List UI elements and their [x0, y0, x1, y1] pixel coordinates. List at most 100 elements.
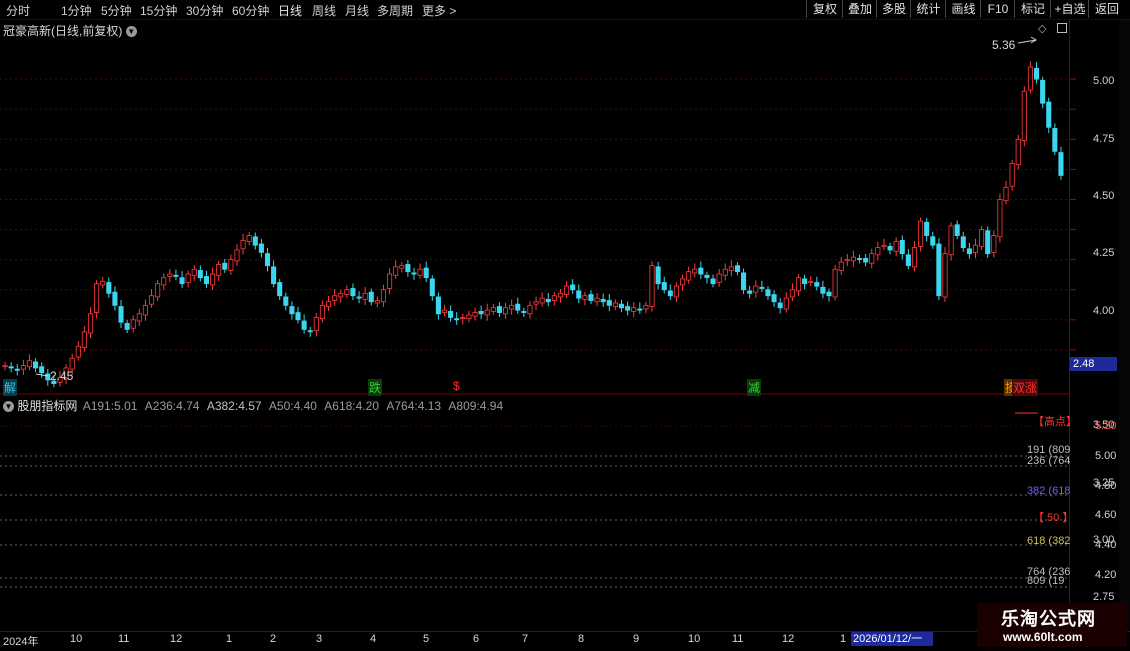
candle-body: [734, 265, 741, 273]
fib-label-809: 809 (19: [1027, 575, 1065, 587]
chevron-down-icon[interactable]: ▼: [3, 401, 14, 413]
candle-body: [625, 306, 631, 311]
date-label: 9: [633, 633, 640, 645]
candle-body: [924, 221, 930, 236]
candle-body: [271, 266, 277, 285]
candle-body: [667, 290, 673, 297]
candle-body: [948, 225, 954, 256]
candle-body: [387, 273, 393, 289]
candle-body: [594, 297, 600, 303]
candle-body: [106, 282, 112, 294]
candle-body: [679, 278, 686, 286]
date-label: 3: [316, 633, 323, 645]
indicator-label-a618: A618:: [324, 399, 356, 413]
candle-body: [258, 243, 264, 253]
date-label: 7: [522, 633, 529, 645]
last-price-tag: 2.48: [1070, 357, 1117, 371]
candle-body: [783, 297, 789, 310]
candle-body: [484, 309, 490, 316]
candle-body: [570, 284, 576, 291]
candle-body: [881, 244, 887, 247]
candle-body: [564, 285, 570, 295]
candle-body: [319, 304, 325, 319]
candle-body: [979, 229, 985, 247]
candle-body: [167, 273, 173, 277]
candle-body: [893, 241, 899, 252]
date-label: 6: [473, 633, 480, 645]
candle-body: [185, 273, 191, 283]
candle-body: [155, 283, 161, 298]
candle-body: [1033, 67, 1040, 80]
candle-body: [502, 307, 509, 315]
candle-body: [289, 306, 295, 315]
candle-body: [820, 286, 826, 294]
candle-body: [899, 239, 905, 255]
candle-body: [478, 310, 484, 315]
candle-body: [588, 294, 594, 301]
candle-body: [81, 331, 87, 348]
candle-body: [417, 268, 423, 276]
candle-body: [539, 297, 545, 304]
candle-body: [393, 266, 399, 276]
candle-body: [197, 270, 203, 279]
candle-body: [826, 291, 832, 297]
candle-body: [472, 312, 478, 317]
watermark-logo-text: 乐淘公式网: [1001, 609, 1096, 629]
candle-body: [100, 280, 106, 286]
candle-body: [802, 278, 808, 285]
candle-body: [179, 277, 185, 285]
candle-body: [216, 264, 222, 276]
candle-body: [966, 248, 972, 255]
candle-body: [399, 265, 405, 269]
date-label: 12: [170, 633, 183, 645]
candle-body: [295, 312, 301, 321]
candle-body: [637, 308, 643, 311]
fib-label-50: 【 50 】: [1033, 512, 1074, 524]
candle-body: [1009, 162, 1015, 187]
candle-body: [533, 301, 539, 305]
candle-body: [344, 289, 350, 295]
candle-body: [789, 289, 795, 298]
candle-body: [612, 302, 618, 307]
candle-body: [649, 265, 655, 307]
candle-body: [960, 236, 966, 249]
date-label: 8: [578, 633, 585, 645]
indicator-title: ▼ 股朋指标网 A191:5.01 A236:4.74 A382:4.57 A5…: [3, 397, 503, 414]
candle-body: [374, 300, 380, 304]
candle-body: [210, 273, 216, 286]
candle-body: [521, 310, 527, 313]
indicator-label-a809: A809:: [448, 399, 480, 413]
candle-body: [307, 330, 313, 333]
candle-body: [252, 236, 258, 246]
ind-y-tick: 4.40: [1095, 539, 1117, 551]
candle-body: [863, 258, 869, 263]
candle-body: [661, 282, 667, 291]
indicator-value-a809: 4.94: [479, 399, 504, 413]
candle-body: [203, 276, 210, 285]
candle-body: [33, 361, 39, 369]
candle-body: [509, 304, 515, 310]
kline-chart[interactable]: [0, 0, 1130, 650]
y-tick-label: 4.75: [1093, 133, 1115, 145]
candle-body: [515, 303, 521, 311]
candle-body: [20, 365, 26, 370]
candle-body: [1003, 187, 1009, 202]
candle-body: [350, 288, 356, 297]
signal-jie: 解: [3, 379, 18, 396]
candle-body: [191, 268, 197, 276]
date-label: 5: [423, 633, 430, 645]
candle-body: [429, 278, 435, 297]
candle-body: [277, 282, 283, 297]
date-label: 12: [782, 633, 795, 645]
candle-body: [490, 307, 496, 312]
right-side-strip: [1119, 20, 1130, 630]
candle-body: [814, 282, 820, 287]
candle-body: [26, 360, 33, 368]
candle-body: [142, 304, 148, 316]
candle-body: [692, 268, 698, 274]
indicator-value-a382: 4.57: [238, 399, 262, 413]
candle-body: [130, 319, 136, 329]
candle-body: [869, 253, 875, 264]
candle-body: [582, 295, 588, 300]
candle-body: [875, 247, 881, 256]
